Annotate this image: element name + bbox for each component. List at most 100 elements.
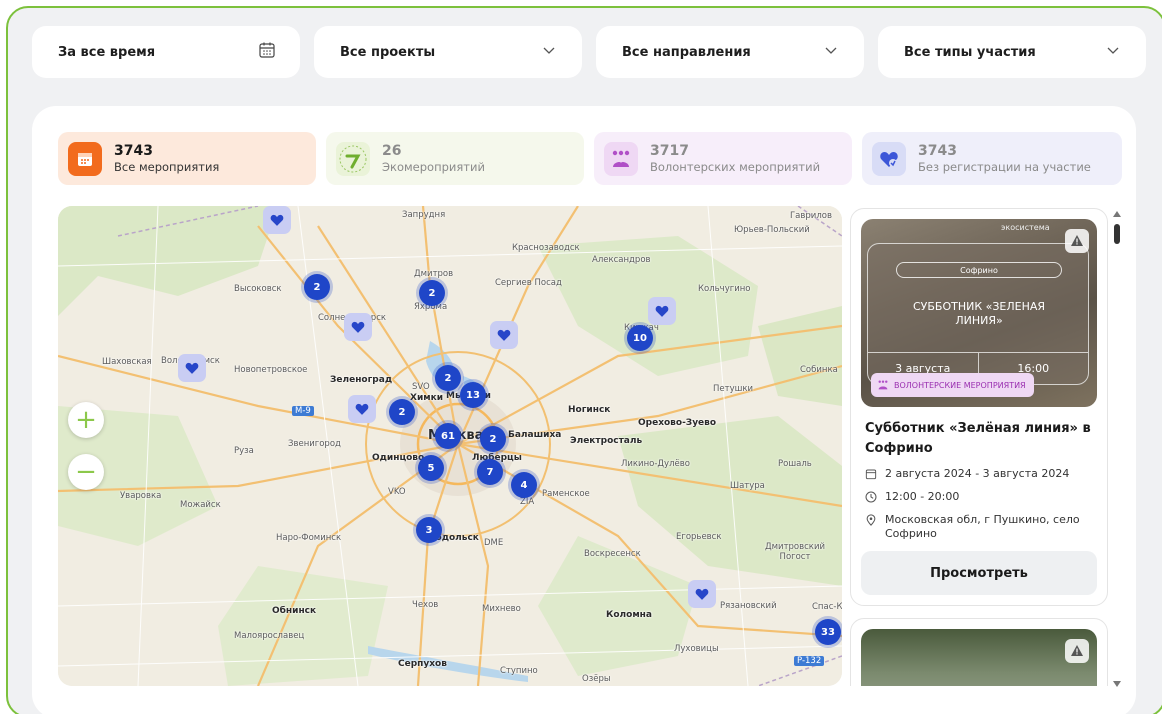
map-place-label: Малоярославец [234, 631, 305, 641]
cluster-marker[interactable]: 2 [435, 365, 461, 391]
stat-label: Волонтерских мероприятий [650, 159, 821, 174]
map-place-label: Уваровка [120, 491, 162, 501]
map-place-label: Серпухов [398, 659, 447, 669]
directions-dropdown-label: Все направления [622, 44, 751, 60]
highway-shield: M-9 [292, 406, 314, 416]
heart-marker[interactable] [263, 206, 291, 234]
participation-types-dropdown-label: Все типы участия [904, 44, 1036, 60]
events-map[interactable]: Запрудня Гаврилов Юрьев-Польский Красноз… [58, 206, 842, 686]
map-place-label: Запрудня [402, 210, 446, 220]
stat-label: Экомероприятий [382, 159, 485, 174]
people-icon [878, 380, 888, 390]
heart-marker[interactable] [344, 313, 372, 341]
map-place-label: Звенигород [288, 439, 341, 449]
map-place-label: Дмитровский Погост [765, 542, 825, 562]
stat-no-registration-events[interactable]: 3743 Без регистрации на участие [862, 132, 1122, 185]
map-place-label: Высоковск [234, 284, 282, 294]
map-place-label: Михнево [482, 604, 521, 614]
map-place-label: Коломна [606, 610, 652, 620]
map-place-label: SVO [412, 382, 430, 392]
map-place-label: Озёры [582, 674, 611, 684]
event-list-scrollbar[interactable] [1112, 210, 1122, 688]
report-button[interactable] [1065, 639, 1089, 663]
event-title[interactable]: Субботник «Зелёная линия» в Софрино [865, 419, 1095, 459]
heart-icon [185, 362, 199, 374]
cluster-marker[interactable]: 7 [477, 459, 503, 485]
map-place-label: Ликино-Дулёво [621, 459, 690, 469]
map-place-label: Рязановский [720, 601, 777, 611]
map-place-label: Егорьевск [676, 532, 722, 542]
event-card[interactable] [850, 618, 1108, 686]
event-card[interactable]: Софрино СУББОТНИК «ЗЕЛЕНАЯ ЛИНИЯ» 3 авгу… [850, 208, 1108, 606]
cluster-marker[interactable]: 33 [815, 619, 841, 645]
stat-label: Все мероприятия [114, 159, 220, 174]
heart-icon [355, 403, 369, 415]
map-place-label: Сергиев Посад [495, 278, 562, 288]
view-event-button[interactable]: Просмотреть [861, 551, 1097, 595]
event-poster: Софрино СУББОТНИК «ЗЕЛЕНАЯ ЛИНИЯ» 3 авгу… [867, 243, 1089, 385]
event-address-text: Московская обл, г Пушкино, село Софрино [885, 513, 1080, 540]
report-button[interactable] [1065, 229, 1089, 253]
map-place-label: Раменское [542, 489, 590, 499]
highway-shield: P-132 [794, 656, 825, 666]
event-list: Софрино СУББОТНИК «ЗЕЛЕНАЯ ЛИНИЯ» 3 авгу… [850, 208, 1108, 686]
heart-marker[interactable] [178, 354, 206, 382]
projects-dropdown-label: Все проекты [340, 44, 436, 60]
event-dates-text: 2 августа 2024 - 3 августа 2024 [885, 467, 1070, 480]
map-place-label: Александров [592, 255, 651, 265]
stat-all-events[interactable]: 3743 Все мероприятия [58, 132, 316, 185]
map-place-label: Шатура [730, 481, 765, 491]
heart-marker[interactable] [648, 297, 676, 325]
cluster-marker[interactable]: 61 [435, 423, 461, 449]
map-place-label: Балашиха [508, 430, 562, 440]
period-filter-label: За все время [58, 44, 156, 60]
cluster-marker[interactable]: 2 [480, 426, 506, 452]
stat-eco-events[interactable]: 26 Экомероприятий [326, 132, 584, 185]
clock-icon [865, 491, 877, 503]
scrollbar-thumb[interactable] [1114, 224, 1120, 244]
map-place-label: Рошаль [778, 459, 812, 469]
eco-logo-icon [336, 141, 370, 176]
map-place-label: Электросталь [570, 436, 643, 446]
map-place-label: Химки [410, 393, 444, 403]
stat-volunteer-events[interactable]: 3717 Волонтерских мероприятий [594, 132, 852, 185]
map-place-label: Наро-Фоминск [276, 533, 342, 543]
map-place-label: Луховицы [674, 644, 719, 654]
cluster-marker[interactable]: 2 [304, 274, 330, 300]
calendar-icon [258, 41, 276, 63]
cluster-marker[interactable]: 3 [416, 517, 442, 543]
chevron-down-icon [1104, 41, 1122, 63]
heart-marker[interactable] [348, 395, 376, 423]
heart-marker[interactable] [490, 321, 518, 349]
stat-value: 3717 [650, 142, 689, 159]
heart-icon [351, 321, 365, 333]
map-place-label: Новопетровское [234, 365, 308, 375]
heart-marker[interactable] [688, 580, 716, 608]
directions-dropdown[interactable]: Все направления [596, 26, 864, 78]
map-place-label: DME [484, 538, 504, 548]
map-place-label: ZIA [520, 497, 535, 507]
cluster-marker[interactable]: 4 [511, 472, 537, 498]
event-image [861, 629, 1097, 686]
warning-icon [1071, 645, 1083, 656]
heart-icon [270, 214, 284, 226]
event-time-text: 12:00 - 20:00 [885, 490, 960, 503]
poster-brand: экосистема [1001, 223, 1050, 232]
participation-types-dropdown[interactable]: Все типы участия [878, 26, 1146, 78]
cluster-marker[interactable]: 5 [418, 455, 444, 481]
chevron-down-icon [822, 41, 840, 63]
poster-search-field: Софрино [896, 262, 1062, 278]
category-tag-label: ВОЛОНТЕРСКИЕ МЕРОПРИЯТИЯ [894, 380, 1026, 390]
period-filter[interactable]: За все время [32, 26, 300, 78]
cluster-marker[interactable]: 2 [419, 280, 445, 306]
stat-value: 3743 [918, 142, 957, 159]
zoom-in-button[interactable]: + [68, 402, 104, 438]
event-time: 12:00 - 20:00 [865, 490, 1095, 504]
map-place-label: Можайск [180, 500, 221, 510]
cluster-marker[interactable]: 2 [389, 399, 415, 425]
cluster-marker[interactable]: 10 [627, 325, 653, 351]
filter-bar: За все время Все проекты Все направления… [32, 26, 1152, 78]
zoom-out-button[interactable]: − [68, 454, 104, 490]
projects-dropdown[interactable]: Все проекты [314, 26, 582, 78]
cluster-marker[interactable]: 13 [460, 382, 486, 408]
